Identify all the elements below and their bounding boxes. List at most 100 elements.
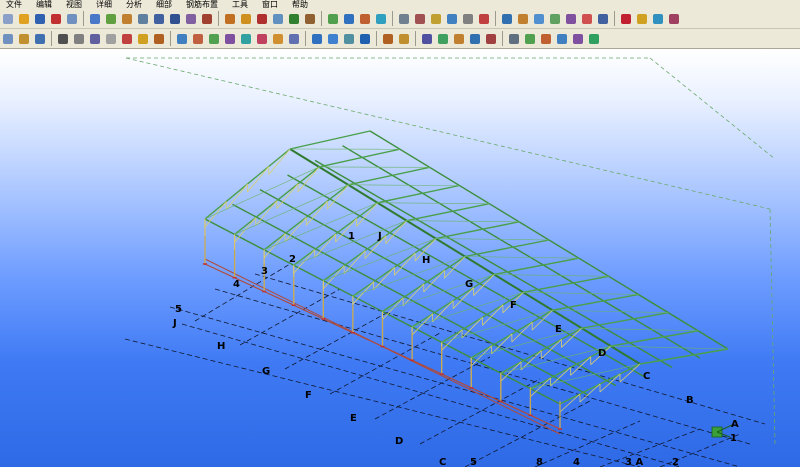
toolbar2-button-6-0[interactable] [507,32,521,46]
grid-label-front-c: C [439,457,446,467]
tool-icon [399,33,409,44]
toolbar1-button-0-1[interactable] [17,12,31,26]
toolbar1-button-4-2[interactable] [429,12,443,26]
toolbar1-button-4-0[interactable] [397,12,411,26]
toolbar1-button-2-1[interactable] [239,12,253,26]
toolbar2-button-1-3[interactable] [104,32,118,46]
toolbar1-button-5-0[interactable] [500,12,514,26]
menu-item-7[interactable]: 工具 [232,0,248,9]
toolbar2-button-2-4[interactable] [239,32,253,46]
toolbar1-button-6-2[interactable] [651,12,665,26]
toolbar1-button-4-1[interactable] [413,12,427,26]
toolbar2-button-1-6[interactable] [152,32,166,46]
grid-label-front-3a: 3 A [625,457,643,467]
toolbar1-button-1-3[interactable] [136,12,150,26]
toolbar2-button-3-2[interactable] [342,32,356,46]
toolbar2-button-2-1[interactable] [191,32,205,46]
grid-label-left-d: D [395,436,403,447]
toolbar1-button-5-4[interactable] [564,12,578,26]
toolbar1-button-6-1[interactable] [635,12,649,26]
toolbar2-button-2-5[interactable] [255,32,269,46]
toolbar2-button-1-4[interactable] [120,32,134,46]
menu-item-3[interactable]: 详细 [96,0,112,9]
toolbar2-button-4-1[interactable] [397,32,411,46]
menu-item-0[interactable]: 文件 [6,0,22,9]
toolbar2-button-0-0[interactable] [1,32,15,46]
toolbar2-button-3-0[interactable] [310,32,324,46]
toolbar2-button-6-2[interactable] [539,32,553,46]
toolbar1-button-0-0[interactable] [1,12,15,26]
toolbar2-button-2-6[interactable] [271,32,285,46]
toolbar1-button-2-3[interactable] [271,12,285,26]
toolbar1-button-5-6[interactable] [596,12,610,26]
toolbar1-button-2-5[interactable] [303,12,317,26]
menu-item-9[interactable]: 帮助 [292,0,308,9]
menu-item-5[interactable]: 细部 [156,0,172,9]
toolbar1-button-6-3[interactable] [667,12,681,26]
toolbar2-button-2-2[interactable] [207,32,221,46]
toolbar2-button-2-0[interactable] [175,32,189,46]
toolbar1-button-1-1[interactable] [104,12,118,26]
tool-icon [344,33,354,44]
toolbar1-button-1-7[interactable] [200,12,214,26]
toolbar1-button-1-5[interactable] [168,12,182,26]
toolbar2-button-0-2[interactable] [33,32,47,46]
toolbar1-button-5-3[interactable] [548,12,562,26]
menu-item-4[interactable]: 分析 [126,0,142,9]
toolbar1-button-3-1[interactable] [342,12,356,26]
toolbar1-button-6-0[interactable] [619,12,633,26]
modeling-toolbar [0,29,800,49]
grid-label-center-b: B [686,395,694,406]
toolbar1-button-5-5[interactable] [580,12,594,26]
toolbar1-button-1-6[interactable] [184,12,198,26]
toolbar1-button-5-1[interactable] [516,12,530,26]
toolbar1-button-4-4[interactable] [461,12,475,26]
tool-icon [360,13,370,24]
toolbar2-button-1-5[interactable] [136,32,150,46]
toolbar1-button-3-0[interactable] [326,12,340,26]
toolbar1-button-4-5[interactable] [477,12,491,26]
toolbar2-button-6-5[interactable] [587,32,601,46]
toolbar2-button-6-3[interactable] [555,32,569,46]
menu-item-8[interactable]: 窗口 [262,0,278,9]
tool-icon [541,33,551,44]
tool-icon [273,33,283,44]
toolbar1-button-2-0[interactable] [223,12,237,26]
toolbar1-button-0-3[interactable] [49,12,63,26]
toolbar2-button-6-1[interactable] [523,32,537,46]
tool-icon [328,33,338,44]
toolbar2-button-1-0[interactable] [56,32,70,46]
toolbar1-button-1-0[interactable] [88,12,102,26]
toolbar2-button-3-3[interactable] [358,32,372,46]
toolbar1-button-3-3[interactable] [374,12,388,26]
menu-item-6[interactable]: 钢筋布置 [186,0,218,9]
toolbar1-button-1-2[interactable] [120,12,134,26]
tool-icon [209,33,219,44]
menu-item-2[interactable]: 视图 [66,0,82,9]
toolbar2-button-4-0[interactable] [381,32,395,46]
toolbar2-button-5-0[interactable] [420,32,434,46]
toolbar1-button-2-2[interactable] [255,12,269,26]
toolbar2-button-5-2[interactable] [452,32,466,46]
toolbar1-button-3-2[interactable] [358,12,372,26]
steel-structure-3d-view[interactable]: 5 J H G F E D 4 3 2 1 J H G F E D C B C … [0,49,800,467]
toolbar1-button-1-4[interactable] [152,12,166,26]
menu-item-1[interactable]: 编辑 [36,0,52,9]
3d-model-viewport[interactable]: 5 J H G F E D 4 3 2 1 J H G F E D C B C … [0,49,800,467]
toolbar2-button-5-4[interactable] [484,32,498,46]
toolbar2-button-6-4[interactable] [571,32,585,46]
toolbar1-button-2-4[interactable] [287,12,301,26]
toolbar1-button-0-4[interactable] [65,12,79,26]
toolbar1-button-5-2[interactable] [532,12,546,26]
toolbar2-button-5-3[interactable] [468,32,482,46]
toolbar1-button-4-3[interactable] [445,12,459,26]
toolbar2-button-0-1[interactable] [17,32,31,46]
toolbar2-button-2-7[interactable] [287,32,301,46]
grid-label-top-j: J [377,231,382,242]
toolbar1-button-0-2[interactable] [33,12,47,26]
toolbar2-button-2-3[interactable] [223,32,237,46]
toolbar2-button-1-2[interactable] [88,32,102,46]
toolbar2-button-5-1[interactable] [436,32,450,46]
toolbar2-button-3-1[interactable] [326,32,340,46]
toolbar2-button-1-1[interactable] [72,32,86,46]
